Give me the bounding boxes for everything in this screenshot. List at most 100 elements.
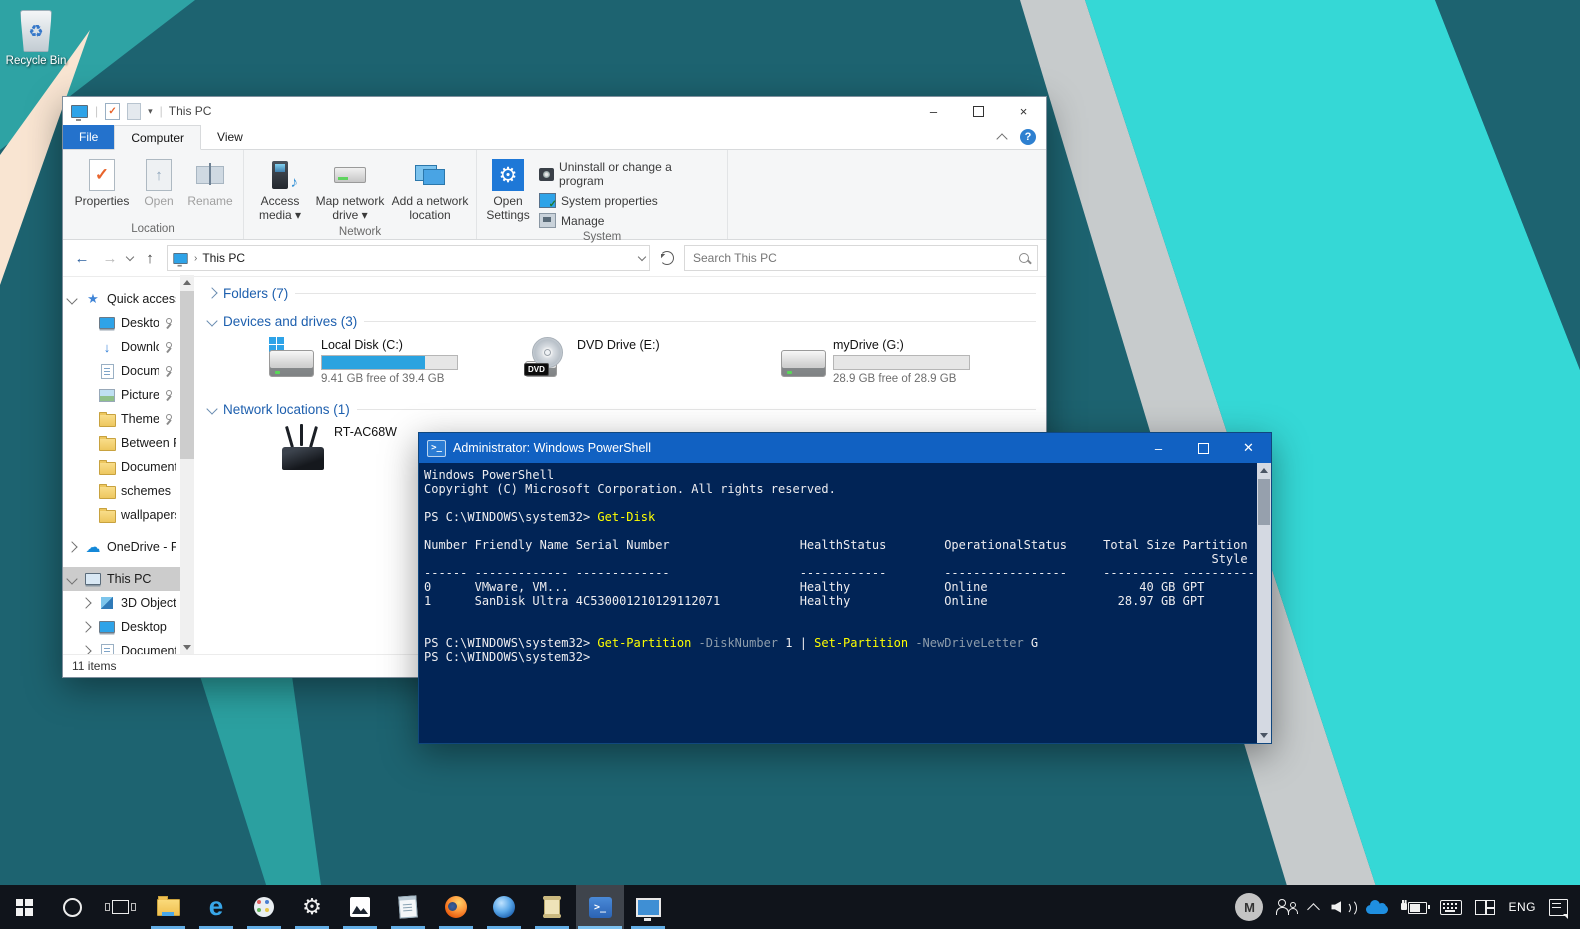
console-scrollbar[interactable]: [1257, 463, 1271, 743]
sidebar-item-documents[interactable]: Documents: [63, 455, 180, 479]
sidebar-item-between-pcs[interactable]: Between PCs: [63, 431, 180, 455]
drive-tile-local-disk-c[interactable]: Local Disk (C:) 9.41 GB free of 39.4 GB: [268, 337, 524, 393]
ribbon-group-location: ✓ Properties ↑ Open Rename Location: [63, 150, 244, 239]
refresh-icon[interactable]: [660, 251, 674, 265]
search-box[interactable]: Search This PC: [684, 245, 1038, 271]
scrollbar-thumb[interactable]: [180, 291, 194, 459]
sidebar-item-desktop[interactable]: Desktop: [63, 615, 180, 639]
map-network-drive-button[interactable]: Map network drive ▾: [312, 156, 388, 223]
scroll-up-arrow[interactable]: [180, 275, 194, 290]
tab-file[interactable]: File: [63, 125, 115, 149]
chevron-down-icon[interactable]: [66, 293, 78, 305]
open-button[interactable]: ↑ Open: [137, 156, 181, 209]
properties-button[interactable]: ✓ Properties: [69, 156, 135, 209]
powershell-window: >_ Administrator: Windows PowerShell – ✕…: [418, 432, 1272, 744]
settings-icon[interactable]: ⚙: [288, 885, 336, 929]
recycle-bin-label: Recycle Bin: [5, 55, 67, 67]
onedrive-icon[interactable]: [1366, 899, 1389, 914]
chevron-right-icon[interactable]: [80, 621, 92, 633]
sidebar-item-3d-objects[interactable]: 3D Objects: [63, 591, 180, 615]
sidebar-item-this-pc[interactable]: This PC: [63, 567, 180, 591]
start-button[interactable]: [0, 885, 48, 929]
new-folder-qat-icon[interactable]: [127, 102, 142, 120]
qat-customize-arrow[interactable]: ▾: [148, 106, 153, 117]
console-scrollbar-thumb[interactable]: [1258, 479, 1270, 525]
cortana-button[interactable]: [48, 885, 96, 929]
chevron-down-icon[interactable]: [66, 573, 78, 585]
breadcrumb[interactable]: This PC: [202, 251, 245, 265]
file-explorer-icon[interactable]: [144, 885, 192, 929]
task-view-button[interactable]: [96, 885, 144, 929]
address-bar[interactable]: › This PC: [167, 245, 650, 271]
close-button[interactable]: ×: [1001, 97, 1046, 125]
user-avatar[interactable]: M: [1235, 893, 1264, 921]
address-dropdown-chevron[interactable]: [637, 252, 647, 261]
minimize-ribbon-icon[interactable]: [996, 133, 1008, 145]
touch-keyboard-icon[interactable]: [1440, 899, 1463, 915]
app-sphere-icon[interactable]: [480, 885, 528, 929]
volume-icon[interactable]: [1331, 899, 1358, 917]
forward-button[interactable]: →: [99, 250, 121, 267]
sidebar-item-documents[interactable]: Documents: [63, 639, 180, 655]
photos-icon[interactable]: [336, 885, 384, 929]
chevron-right-icon[interactable]: [80, 597, 92, 609]
recycle-bin[interactable]: ♻ Recycle Bin: [4, 10, 68, 69]
rename-button[interactable]: Rename: [183, 156, 237, 209]
add-network-location-button[interactable]: Add a network location: [390, 156, 470, 223]
system-properties-button[interactable]: System properties: [539, 193, 713, 210]
chevron-right-icon[interactable]: [66, 541, 78, 553]
hidden-icons-chevron[interactable]: [1307, 901, 1321, 916]
sidebar-item-pictures[interactable]: Pictures: [63, 383, 180, 407]
sidebar-item-wallpapers[interactable]: wallpapers: [63, 503, 180, 527]
drive-tile-dvd-drive-e[interactable]: DVD DVD Drive (E:): [524, 337, 780, 393]
properties-qat-icon[interactable]: ✓: [105, 102, 121, 120]
help-icon[interactable]: ?: [1020, 129, 1036, 145]
section-folders[interactable]: Folders (7): [206, 281, 1036, 305]
sidebar-item-quick-access[interactable]: Quick access: [63, 287, 180, 311]
uninstall-or-change-a-program-button[interactable]: Uninstall or change a program: [539, 160, 713, 188]
action-center-icon[interactable]: [1549, 898, 1568, 919]
section-devices[interactable]: Devices and drives (3): [206, 309, 1036, 333]
desktop-icon: [99, 317, 115, 329]
drive-tile-mydrive-g[interactable]: myDrive (G:) 28.9 GB free of 28.9 GB: [780, 337, 1036, 393]
sidebar-item-downloads[interactable]: Downloads: [63, 335, 180, 359]
explorer-titlebar[interactable]: | ✓ ▾ | This PC – ×: [63, 97, 1046, 125]
notepad-icon[interactable]: [384, 885, 432, 929]
ps-maximize-button[interactable]: [1181, 433, 1226, 463]
recent-locations-chevron[interactable]: [125, 252, 135, 261]
console-body[interactable]: Windows PowerShell Copyright (C) Microsof…: [419, 463, 1257, 743]
ps-minimize-button[interactable]: –: [1136, 433, 1181, 463]
network-collapse-chevron[interactable]: [206, 403, 218, 415]
sidebar-item-schemes[interactable]: schemes: [63, 479, 180, 503]
firefox-icon[interactable]: [432, 885, 480, 929]
access-media-button[interactable]: Access media ▾: [250, 156, 310, 223]
folders-collapse-chevron[interactable]: [206, 287, 218, 299]
manage-button[interactable]: Manage: [539, 213, 713, 228]
tab-view[interactable]: View: [201, 125, 259, 149]
edge-icon[interactable]: e: [192, 885, 240, 929]
minimize-button[interactable]: –: [911, 97, 956, 125]
sidebar-scrollbar[interactable]: [180, 275, 194, 655]
sidebar-item-desktop[interactable]: Desktop: [63, 311, 180, 335]
battery-icon[interactable]: [1401, 900, 1431, 914]
tab-computer[interactable]: Computer: [114, 125, 202, 150]
sidebar-item-themes[interactable]: Themes: [63, 407, 180, 431]
layout-icon[interactable]: [1475, 899, 1496, 915]
ps-close-button[interactable]: ✕: [1226, 433, 1271, 463]
powershell-titlebar[interactable]: >_ Administrator: Windows PowerShell – ✕: [419, 433, 1271, 463]
system-monitor-icon[interactable]: [624, 885, 672, 929]
maximize-button[interactable]: [956, 97, 1001, 125]
sidebar-item-onedrive-family[interactable]: OneDrive - Family: [63, 535, 180, 559]
powershell-icon[interactable]: >_: [576, 885, 624, 929]
section-network[interactable]: Network locations (1): [206, 397, 1036, 421]
language-indicator[interactable]: ENG: [1508, 900, 1536, 914]
up-button[interactable]: ↑: [139, 250, 161, 267]
devices-collapse-chevron[interactable]: [206, 315, 218, 327]
open-settings-button[interactable]: ⚙ Open Settings: [483, 156, 533, 223]
people-icon[interactable]: [1276, 899, 1299, 915]
script-app-icon[interactable]: [528, 885, 576, 929]
paint-palette-icon[interactable]: [240, 885, 288, 929]
back-button[interactable]: ←: [71, 250, 93, 267]
scroll-down-arrow[interactable]: [180, 640, 194, 655]
sidebar-item-documents[interactable]: Documents: [63, 359, 180, 383]
